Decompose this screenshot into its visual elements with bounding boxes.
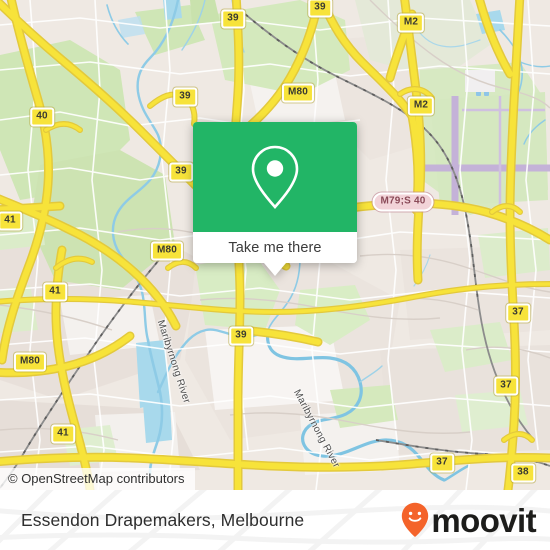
map-pin-icon xyxy=(251,145,299,209)
osm-attribution[interactable]: © OpenStreetMap contributors xyxy=(0,468,195,490)
road-shield: M2 xyxy=(407,96,435,116)
moovit-wordmark: moovit xyxy=(431,501,536,539)
road-shield: 39 xyxy=(169,162,193,182)
road-shield: 41 xyxy=(0,211,22,231)
road-shield: M80 xyxy=(150,241,184,261)
map-canvas[interactable]: 39 39 M2 39 M80 M2 40 39 M79;S 40 41 M80 41 39 37 M80 3… xyxy=(0,0,550,490)
road-shield: M2 xyxy=(397,13,425,33)
road-shield: 41 xyxy=(43,282,67,302)
road-shield: 37 xyxy=(494,376,518,396)
road-shield: 38 xyxy=(511,463,535,483)
take-me-there-button[interactable]: Take me there xyxy=(193,232,357,263)
road-shield: 39 xyxy=(221,9,245,29)
map-screenshot: 39 39 M2 39 M80 M2 40 39 M79;S 40 41 M80 41 39 37 M80 3… xyxy=(0,0,550,550)
popup-tail xyxy=(264,263,286,276)
page-title: Essendon Drapemakers, Melbourne xyxy=(21,509,305,530)
take-me-there-label: Take me there xyxy=(228,239,322,256)
road-shield: 39 xyxy=(173,87,197,107)
footer-bar: Essendon Drapemakers, Melbourne moovit xyxy=(0,490,550,550)
road-shield: 39 xyxy=(308,0,332,18)
road-shield: 37 xyxy=(430,453,454,473)
road-shield: 39 xyxy=(229,326,253,346)
moovit-smiley-pin-icon xyxy=(402,502,429,537)
location-popup[interactable]: Take me there xyxy=(193,122,357,276)
road-shield: 40 xyxy=(30,107,54,127)
popup-header xyxy=(193,122,357,232)
road-shield: M79;S 40 xyxy=(372,192,434,212)
moovit-logo[interactable]: moovit xyxy=(401,490,537,550)
road-shield: 37 xyxy=(506,303,530,323)
road-shield: 41 xyxy=(51,424,75,444)
road-shield: M80 xyxy=(281,83,315,103)
road-shield: M80 xyxy=(13,352,47,372)
